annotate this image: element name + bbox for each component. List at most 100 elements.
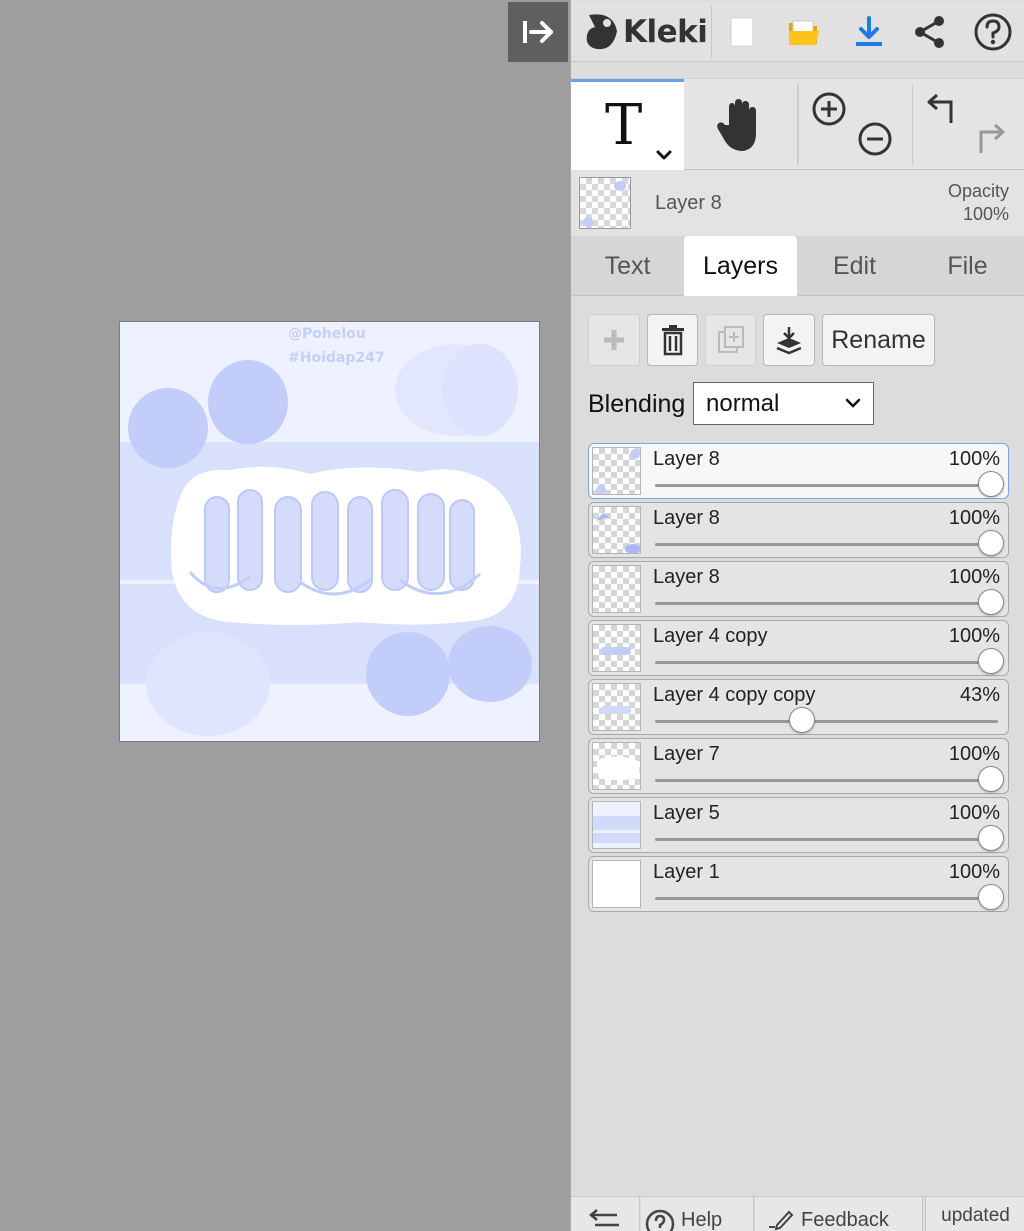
redo-icon — [979, 123, 1005, 153]
layer-row[interactable]: Layer 8 100% — [588, 561, 1009, 617]
artwork-image — [120, 322, 539, 741]
new-image-icon — [730, 17, 754, 47]
share-button[interactable] — [905, 2, 955, 62]
layer-row[interactable]: Layer 4 copy 100% — [588, 620, 1009, 676]
active-layer-info: Layer 8 Opacity 100% — [571, 170, 1024, 236]
feedback-link[interactable]: Feedback — [755, 1197, 923, 1231]
swap-side-button[interactable] — [571, 1197, 640, 1231]
layer-opacity: 100% — [948, 566, 1000, 588]
layers-panel: Rename Blending normal Layer 8 100% Laye… — [571, 296, 1024, 1196]
layer-row[interactable]: Layer 8 100% — [588, 443, 1009, 499]
opacity-slider-handle[interactable] — [978, 825, 1004, 851]
layer-name: Layer 5 — [653, 802, 720, 824]
active-layer-opacity: Opacity 100% — [948, 180, 1009, 226]
help-label: Help — [681, 1209, 723, 1231]
layer-name: Layer 8 — [653, 507, 720, 529]
chevron-down-icon[interactable] — [655, 148, 673, 162]
undo-button[interactable] — [925, 91, 965, 131]
zoom-out-icon — [858, 122, 892, 156]
layer-opacity-slider[interactable] — [655, 661, 998, 664]
open-file-button[interactable] — [779, 2, 829, 62]
tab-edit[interactable]: Edit — [798, 236, 911, 296]
thumbnail-art — [601, 706, 631, 714]
duplicate-layer-button[interactable] — [705, 314, 756, 366]
layer-name: Layer 8 — [653, 448, 720, 470]
zoom-in-button[interactable] — [811, 91, 851, 131]
opacity-slider-handle[interactable] — [978, 884, 1004, 910]
layer-opacity-slider[interactable] — [655, 897, 998, 900]
zoom-out-button[interactable] — [857, 121, 897, 161]
layer-row[interactable]: Layer 4 copy copy 43% — [588, 679, 1009, 735]
updated-badge[interactable]: updated — [925, 1197, 1024, 1231]
chevron-down-icon — [845, 398, 861, 408]
watermark-line-2: #Hoidap247 — [288, 350, 385, 366]
collapse-panel-button[interactable] — [508, 2, 568, 62]
opacity-slider-handle[interactable] — [978, 648, 1004, 674]
hand-tool-icon — [717, 99, 756, 151]
thumbnail-art — [593, 816, 640, 843]
tab-text[interactable]: Text — [571, 236, 684, 296]
help-button[interactable] — [967, 2, 1019, 62]
opacity-label: Opacity — [947, 181, 1009, 201]
layer-row[interactable]: Layer 1 100% — [588, 856, 1009, 912]
layer-name: Layer 4 copy copy — [653, 684, 816, 706]
thumbnail-art — [601, 647, 631, 655]
thumbnail-art — [596, 756, 640, 780]
layer-row[interactable]: Layer 7 100% — [588, 738, 1009, 794]
opacity-value: 100% — [962, 204, 1009, 224]
delete-layer-button[interactable] — [647, 314, 698, 366]
merge-down-icon — [776, 327, 802, 355]
opacity-slider-handle[interactable] — [789, 707, 816, 733]
top-toolbar: Kleki — [571, 2, 1024, 62]
help-link[interactable]: Help — [641, 1197, 754, 1231]
layer-opacity: 43% — [959, 684, 1000, 706]
layer-opacity-slider[interactable] — [655, 602, 998, 605]
collapse-panel-icon — [523, 21, 553, 43]
help-icon — [974, 13, 1012, 51]
rename-layer-button[interactable]: Rename — [822, 314, 935, 366]
duplicate-icon — [717, 326, 744, 353]
zoom-in-icon — [812, 92, 846, 126]
redo-button[interactable] — [971, 121, 1011, 161]
canvas-area[interactable]: @Pohelou #Hoidap247 — [0, 0, 570, 1231]
layer-row[interactable]: Layer 5 100% — [588, 797, 1009, 853]
opacity-slider-handle[interactable] — [978, 471, 1004, 497]
add-layer-button[interactable] — [588, 314, 640, 366]
layer-opacity-slider[interactable] — [655, 779, 998, 782]
kleki-logo-icon — [586, 14, 617, 50]
layer-opacity: 100% — [948, 625, 1000, 647]
layer-row[interactable]: Layer 8 100% — [588, 502, 1009, 558]
trash-icon — [661, 325, 684, 356]
app-name: Kleki — [623, 14, 708, 50]
pencil-icon — [769, 1210, 794, 1231]
new-image-button[interactable] — [719, 2, 765, 62]
tool-separator — [912, 85, 913, 165]
text-tool-button[interactable]: T — [571, 79, 684, 171]
tab-layers[interactable]: Layers — [684, 236, 797, 297]
opacity-slider-handle[interactable] — [978, 766, 1004, 792]
blending-label: Blending — [588, 390, 686, 418]
watermark-line-1: @Pohelou — [288, 326, 366, 342]
plus-icon — [604, 330, 624, 350]
thumbnail-art — [596, 449, 640, 494]
merge-down-button[interactable] — [763, 314, 815, 366]
blending-mode-select[interactable]: normal — [693, 382, 874, 425]
kleki-logo[interactable]: Kleki — [583, 2, 708, 62]
drawing-canvas[interactable]: @Pohelou #Hoidap247 — [119, 321, 540, 742]
hand-tool-button[interactable] — [684, 79, 798, 171]
opacity-slider-handle[interactable] — [978, 530, 1004, 556]
layer-opacity-slider[interactable] — [655, 484, 998, 487]
layer-opacity: 100% — [948, 448, 1000, 470]
text-tool-icon: T — [605, 93, 643, 158]
layer-opacity-slider[interactable] — [655, 720, 998, 723]
layer-thumbnail — [592, 506, 641, 554]
download-icon — [856, 16, 882, 46]
undo-icon — [927, 93, 953, 123]
download-button[interactable] — [843, 2, 895, 62]
layer-opacity-slider[interactable] — [655, 838, 998, 841]
swap-arrows-icon — [589, 1209, 619, 1227]
tab-file[interactable]: File — [911, 236, 1024, 296]
layer-opacity-slider[interactable] — [655, 543, 998, 546]
opacity-slider-handle[interactable] — [978, 589, 1004, 615]
layer-name: Layer 4 copy — [653, 625, 768, 647]
